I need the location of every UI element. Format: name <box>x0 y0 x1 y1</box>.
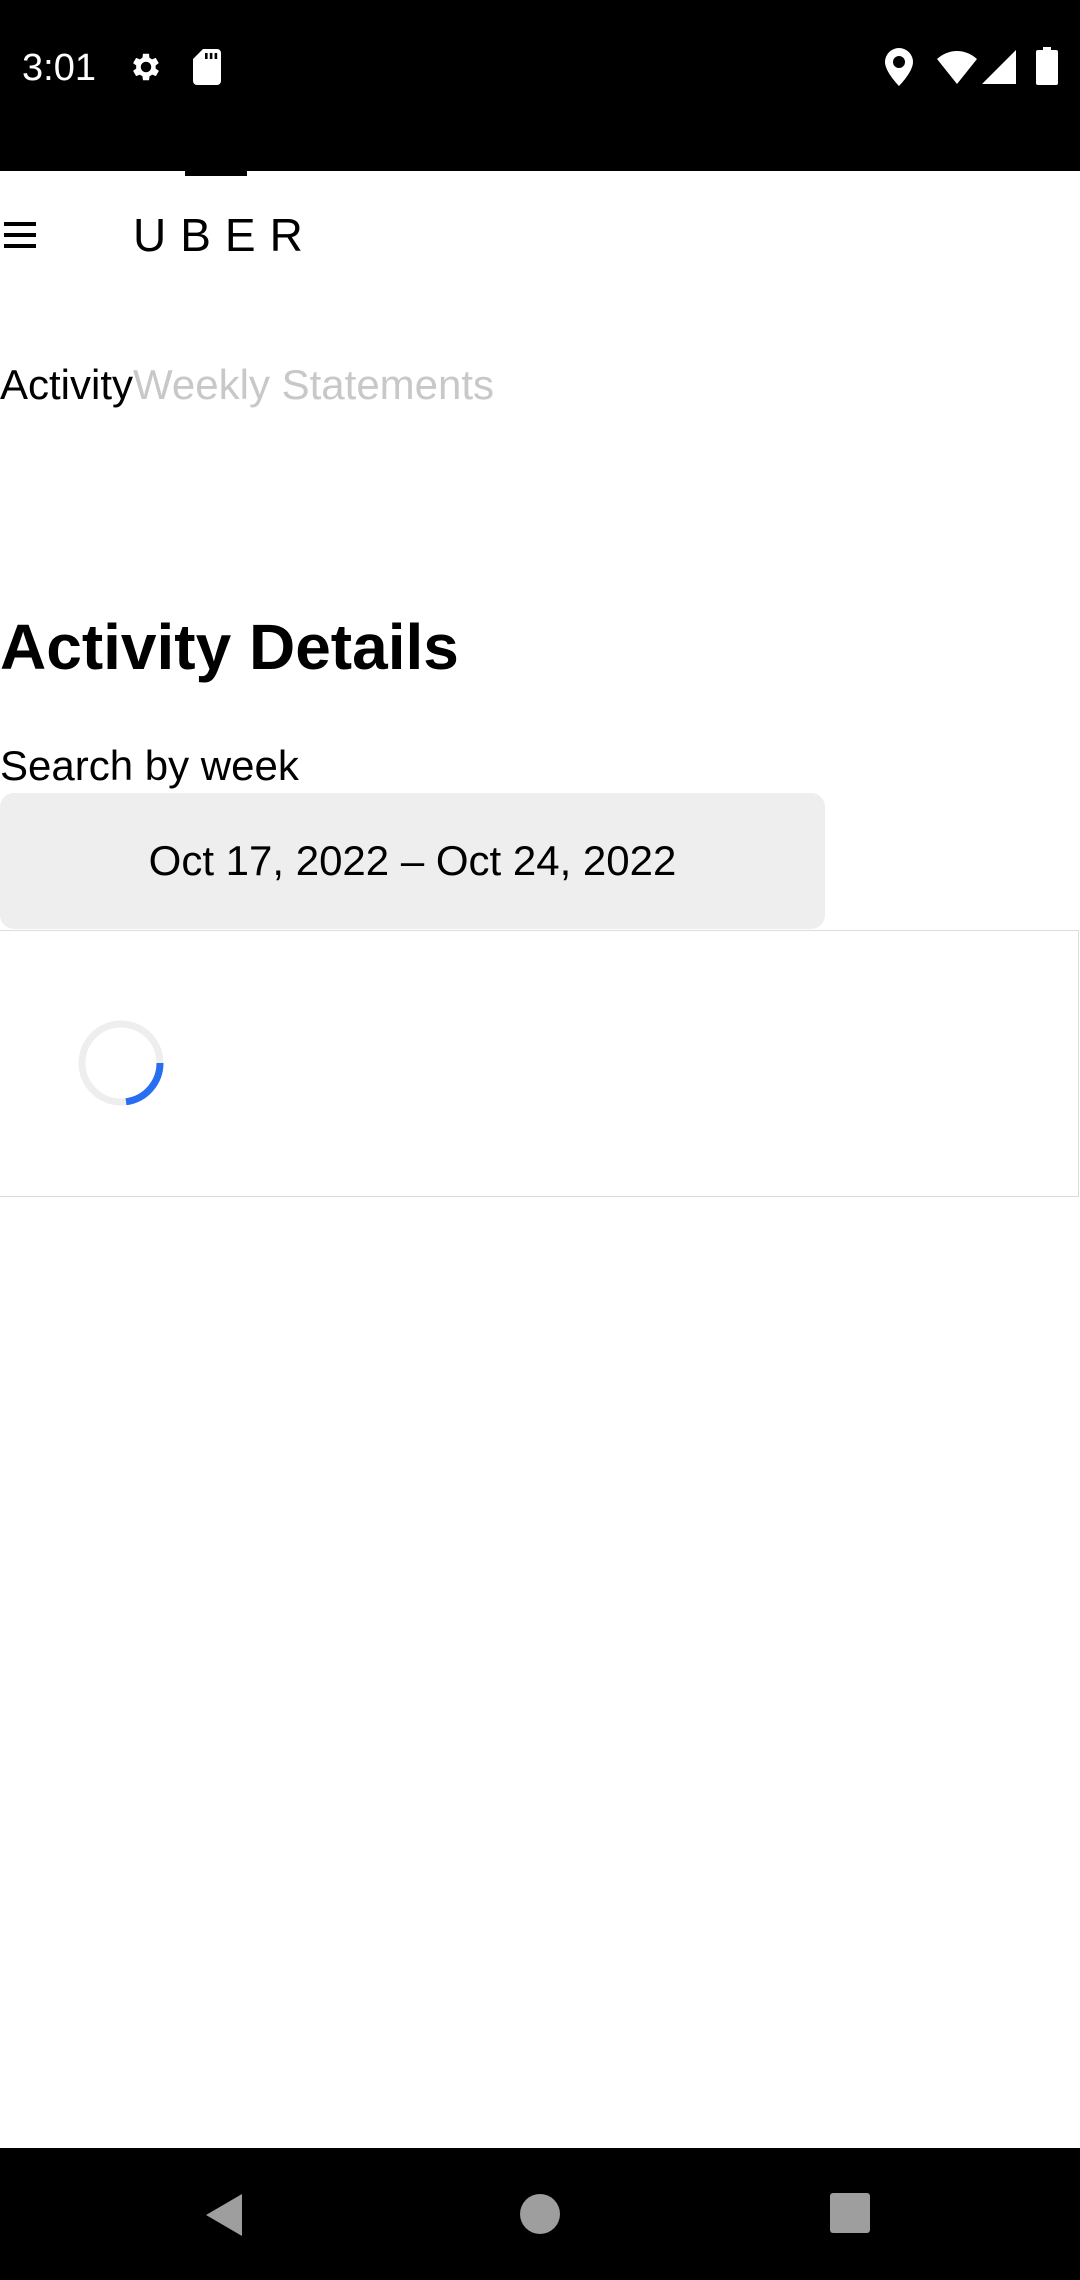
search-by-week-label: Search by week <box>0 742 299 789</box>
tab-bar: ActivityWeekly Statements <box>0 355 494 415</box>
system-nav-bar <box>0 2148 1080 2280</box>
header-indicator-bar <box>185 171 247 176</box>
location-icon <box>885 48 913 86</box>
screen: 3:01 UBER ActivityWeekly Statements Acti… <box>0 0 1080 2280</box>
week-range-text: Oct 17, 2022 – Oct 24, 2022 <box>148 837 677 884</box>
battery-icon <box>1036 47 1058 85</box>
hamburger-menu-icon[interactable] <box>4 222 36 248</box>
status-time: 3:01 <box>22 47 96 89</box>
tab-activity[interactable]: Activity <box>0 355 133 415</box>
gear-icon <box>133 53 159 81</box>
status-bar: 3:01 <box>0 0 1080 171</box>
week-picker-button[interactable]: Oct 17, 2022 – Oct 24, 2022 <box>0 793 825 929</box>
loading-spinner-icon <box>78 1020 164 1106</box>
signal-icon <box>982 50 1016 84</box>
uber-logo[interactable]: UBER <box>133 205 317 265</box>
wifi-icon <box>937 51 977 84</box>
home-icon[interactable] <box>516 2190 564 2238</box>
page-title: Activity Details <box>0 611 459 683</box>
sd-card-icon <box>193 49 221 85</box>
tab-weekly-statements[interactable]: Weekly Statements <box>133 355 494 415</box>
recents-icon[interactable] <box>827 2190 873 2236</box>
back-icon[interactable] <box>200 2190 250 2240</box>
